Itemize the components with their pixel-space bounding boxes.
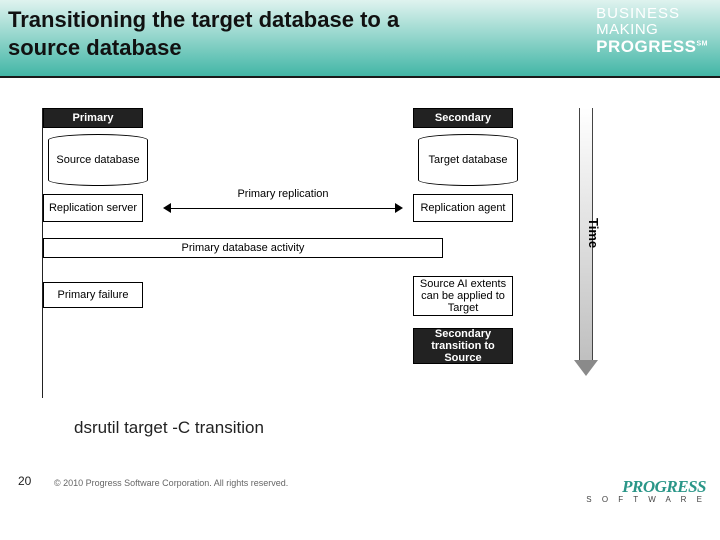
source-database-cylinder: Source database [48,140,148,180]
logo-line3: PROGRESSSM [596,38,708,55]
primary-replication-arrow: Primary replication [163,202,403,214]
primary-column: Primary Source database Replication serv… [43,108,153,308]
slide-number: 20 [18,474,31,488]
command-text: dsrutil target -C transition [74,418,264,438]
progress-software-logo: PROGRESS S O F T W A R E [586,477,706,504]
secondary-transition-box: Secondary transition to Source [413,328,513,364]
replication-server-box: Replication server [43,194,143,222]
ai-extents-box: Source AI extents can be applied to Targ… [413,276,513,316]
logo-line1: BUSINESS [596,6,708,21]
primary-failure-box: Primary failure [43,282,143,308]
slide-title: Transitioning the target database to a s… [8,6,438,61]
progress-brand-main: PROGRESS [586,477,706,497]
time-label: Time [586,218,601,248]
primary-replication-label: Primary replication [237,188,328,200]
progress-brand-sub: S O F T W A R E [586,495,706,504]
replication-agent-box: Replication agent [413,194,513,222]
logo-line2: MAKING [596,22,708,37]
primary-database-activity-box: Primary database activity [43,238,443,258]
copyright: © 2010 Progress Software Corporation. Al… [54,478,288,488]
diagram: Primary Source database Replication serv… [42,108,632,398]
target-database-cylinder: Target database [418,140,518,180]
primary-heading: Primary [43,108,143,128]
secondary-heading: Secondary [413,108,513,128]
secondary-column: Secondary Target database Replication ag… [413,108,523,364]
slide-header: Transitioning the target database to a s… [0,0,720,78]
business-making-progress-logo: BUSINESS MAKING PROGRESSSM [596,6,708,55]
center-column: Primary replication [163,108,403,214]
time-column: Time [553,108,623,388]
